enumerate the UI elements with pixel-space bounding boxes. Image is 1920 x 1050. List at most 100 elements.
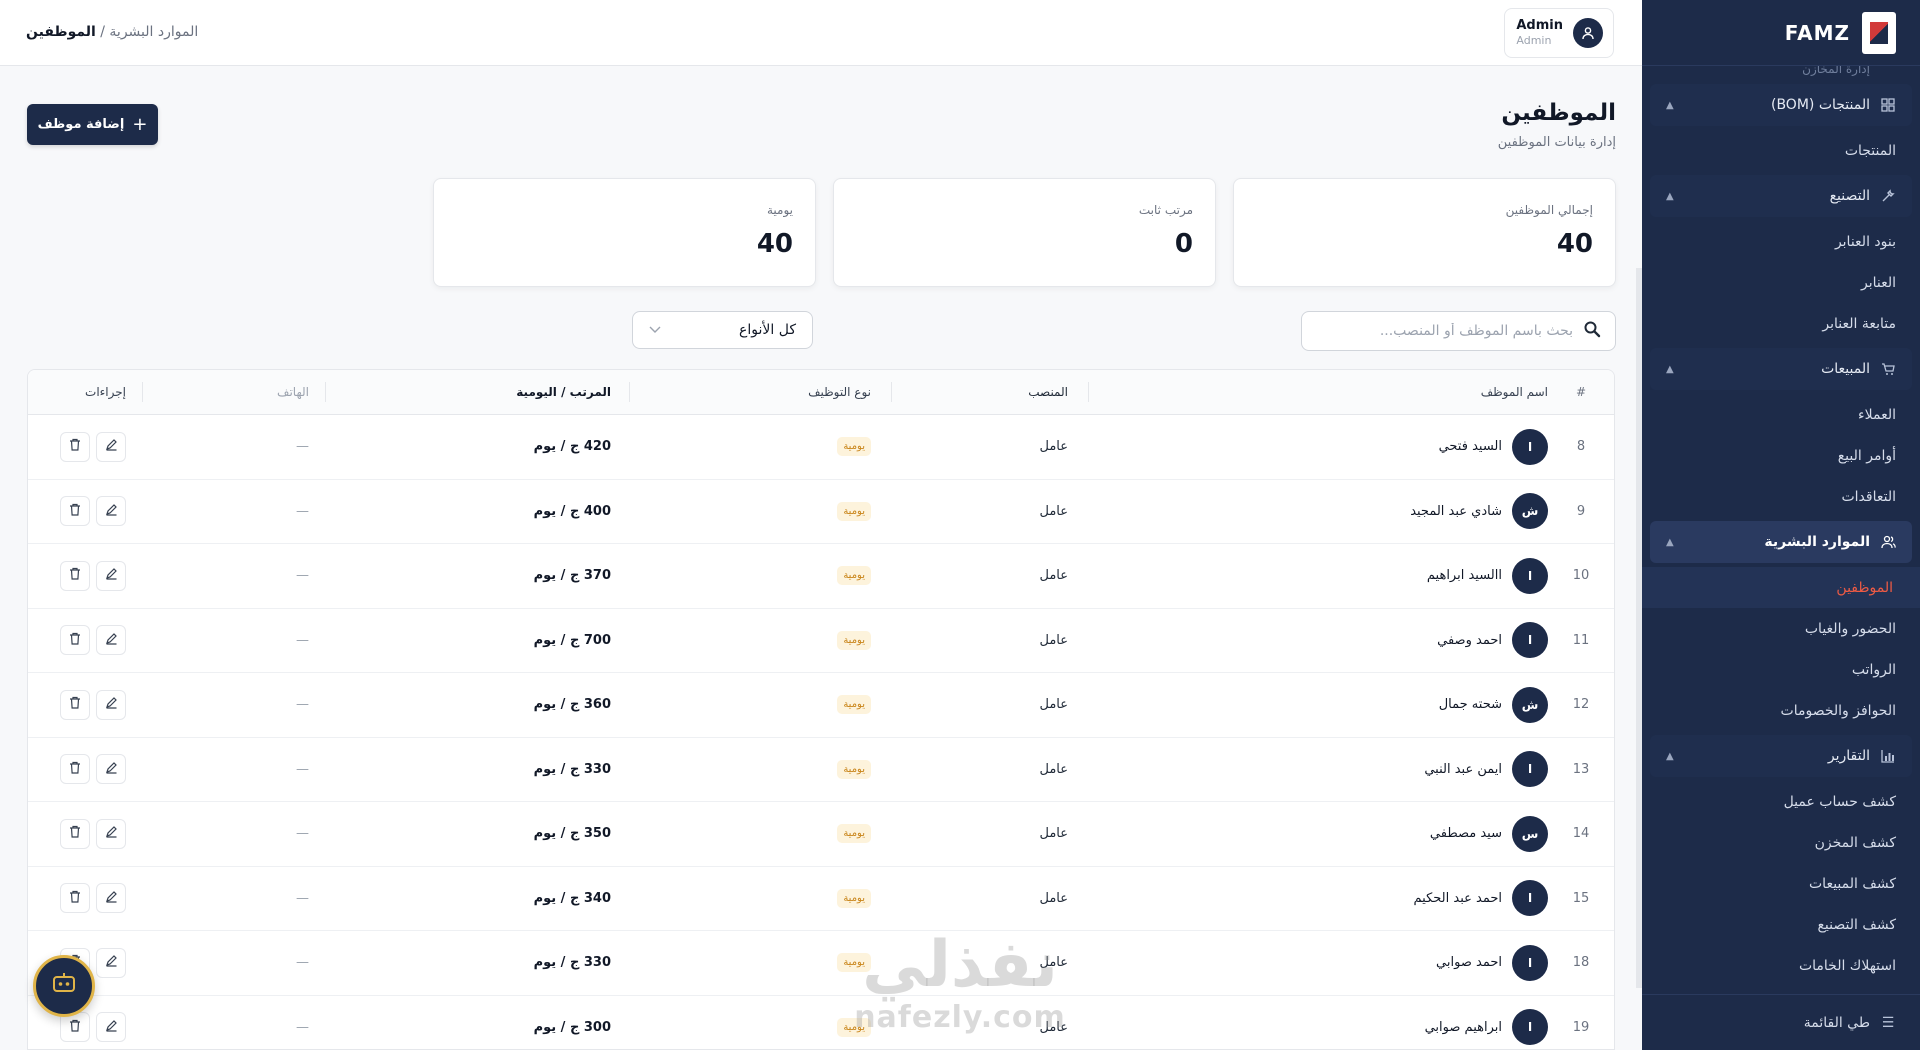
sidebar-item[interactable]: المنتجات — [1642, 130, 1920, 171]
robot-icon — [51, 972, 77, 1000]
delete-button[interactable] — [60, 560, 90, 591]
delete-button[interactable] — [60, 689, 90, 720]
employment-type-badge: يومية — [837, 566, 871, 586]
stat-total-employees: إجمالي الموظفين 40 — [1233, 178, 1616, 287]
employee-name: شحته جمال — [1438, 697, 1502, 713]
employee-name-cell: ا احمد صوابي — [1088, 944, 1548, 981]
sidebar-section-3[interactable]: الموارد البشرية ▲ — [1650, 521, 1912, 563]
sidebar-item[interactable]: الموظفين — [1642, 567, 1920, 608]
sidebar-item[interactable]: الحوافز والخصومات — [1642, 690, 1920, 731]
employment-type-cell: يومية — [629, 437, 891, 457]
delete-button[interactable] — [60, 818, 90, 849]
employment-type-badge: يومية — [837, 888, 871, 908]
sidebar-item[interactable]: كشف المبيعات — [1642, 863, 1920, 904]
employment-type-badge: يومية — [837, 437, 871, 457]
top-bar: الموارد البشرية / الموظفين Admin Admin — [0, 0, 1642, 66]
type-filter-value: كل الأنواع — [739, 322, 796, 338]
edit-button[interactable] — [96, 1012, 126, 1043]
table-row: 11 ا احمد وصفي عامل يومية 700 ج / يوم — — [28, 609, 1614, 673]
sidebar-item[interactable]: استهلاك الخامات — [1642, 945, 1920, 986]
edit-button[interactable] — [96, 818, 126, 849]
table-row: 18 ا احمد صوابي عامل يومية 330 ج / يوم — — [28, 931, 1614, 996]
delete-button[interactable] — [60, 754, 90, 785]
delete-button[interactable] — [60, 883, 90, 914]
pencil-icon — [105, 1019, 118, 1036]
edit-button[interactable] — [96, 560, 126, 591]
wrench-icon — [1880, 188, 1896, 204]
edit-button[interactable] — [96, 431, 126, 462]
edit-button[interactable] — [96, 947, 126, 978]
sidebar-item[interactable]: العملاء — [1642, 394, 1920, 435]
edit-button[interactable] — [96, 883, 126, 914]
employee-phone: — — [296, 439, 309, 455]
row-actions — [28, 431, 142, 462]
employee-position: عامل — [1039, 503, 1068, 519]
trash-icon — [69, 567, 81, 584]
employee-position: عامل — [1039, 439, 1068, 455]
sidebar: FAMZ إدارة المخازن المنتجات (BOM) ▲ المنتج… — [1642, 0, 1920, 1050]
sidebar-item[interactable]: العنابر — [1642, 262, 1920, 303]
employment-type-badge: يومية — [837, 630, 871, 650]
sidebar-section-4[interactable]: التقارير ▲ — [1650, 735, 1912, 777]
row-actions — [28, 1012, 142, 1043]
employee-name: ايمن عبد النبي — [1424, 761, 1502, 777]
delete-button[interactable] — [60, 625, 90, 656]
sidebar-item[interactable]: الحضور والغياب — [1642, 608, 1920, 649]
collapse-menu-button[interactable]: ☰ طي القائمة — [1642, 994, 1920, 1050]
collapse-menu-label: طي القائمة — [1803, 1014, 1870, 1031]
stat-daily: يومية 40 — [433, 178, 816, 287]
employee-position: عامل — [1039, 955, 1068, 971]
edit-button[interactable] — [96, 496, 126, 527]
delete-button[interactable] — [60, 496, 90, 527]
caret-up-icon: ▲ — [1666, 99, 1674, 111]
row-actions — [28, 560, 142, 591]
sidebar-item[interactable]: التعاقدات — [1642, 476, 1920, 517]
employee-salary: 340 ج / يوم — [533, 890, 611, 906]
sidebar-section-2[interactable]: المبيعات ▲ — [1650, 348, 1912, 390]
col-phone: الهاتف — [142, 382, 325, 402]
pencil-icon — [105, 567, 118, 584]
table-row: 9 ش شادي عبد المجيد عامل يومية 400 ج / يوم — — [28, 480, 1614, 544]
page-scrollbar[interactable] — [1636, 268, 1642, 988]
trash-icon — [69, 632, 81, 649]
employment-type-cell: يومية — [629, 759, 891, 779]
employee-name-cell: ش شحته جمال — [1088, 686, 1548, 723]
brand-name: FAMZ — [1784, 20, 1850, 45]
edit-button[interactable] — [96, 625, 126, 656]
pencil-icon — [105, 503, 118, 520]
employee-salary: 420 ج / يوم — [533, 439, 611, 455]
employee-position: عامل — [1039, 1019, 1068, 1035]
sidebar-section-label: الموارد البشرية — [1764, 534, 1870, 550]
table-body: 8 ا السيد فتحي عامل يومية 420 ج / يوم — 9 ش شادي … — [28, 415, 1614, 1049]
breadcrumb-parent[interactable]: الموارد البشرية — [109, 24, 198, 40]
sidebar-item[interactable]: كشف المخزن — [1642, 822, 1920, 863]
edit-button[interactable] — [96, 754, 126, 785]
caret-up-icon: ▲ — [1666, 536, 1674, 548]
pencil-icon — [105, 632, 118, 649]
sidebar-item[interactable]: كشف التصنيع — [1642, 904, 1920, 945]
col-actions: إجراءات — [28, 382, 142, 402]
user-menu[interactable]: Admin Admin — [1504, 8, 1614, 58]
type-filter-select[interactable]: كل الأنواع — [632, 311, 813, 349]
col-type-label: نوع التوظيف — [808, 385, 871, 399]
user-role: Admin — [1516, 34, 1552, 47]
sidebar-item[interactable]: الرواتب — [1642, 649, 1920, 690]
sidebar-item[interactable]: متابعة العنابر — [1642, 303, 1920, 344]
add-employee-button[interactable]: + إضافة موظف — [27, 104, 158, 145]
assistant-bot-button[interactable] — [33, 955, 95, 1017]
employee-avatar: ا — [1512, 622, 1548, 659]
edit-button[interactable] — [96, 689, 126, 720]
caret-up-icon: ▲ — [1666, 190, 1674, 202]
search-input[interactable] — [1333, 323, 1573, 339]
employee-position: عامل — [1039, 697, 1068, 713]
sidebar-section-0[interactable]: المنتجات (BOM) ▲ — [1650, 84, 1912, 126]
delete-button[interactable] — [60, 431, 90, 462]
sidebar-section-1[interactable]: التصنيع ▲ — [1650, 175, 1912, 217]
row-number: 11 — [1572, 632, 1590, 648]
sidebar-item[interactable]: كشف حساب عميل — [1642, 781, 1920, 822]
col-phone-label: الهاتف — [277, 385, 309, 399]
employee-avatar: ا — [1512, 944, 1548, 981]
sidebar-item[interactable]: بنود العنابر — [1642, 221, 1920, 262]
sidebar-item[interactable]: أوامر البيع — [1642, 435, 1920, 476]
row-actions — [28, 883, 142, 914]
